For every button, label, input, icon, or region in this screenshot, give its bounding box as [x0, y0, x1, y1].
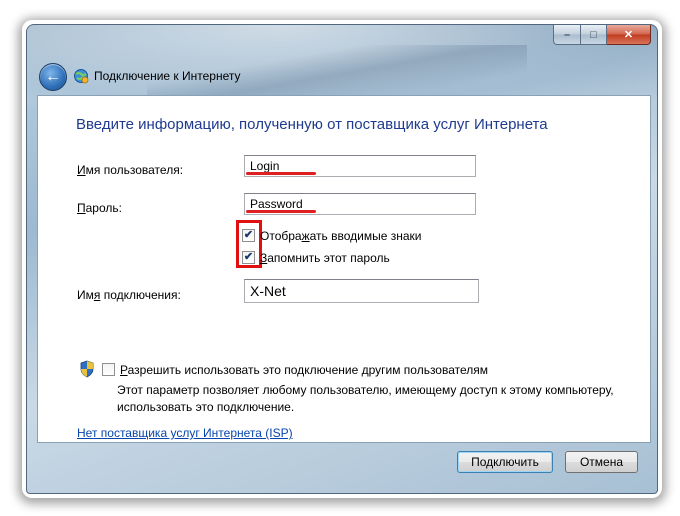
minimize-button[interactable]: – — [553, 25, 581, 45]
dialog-window: – □ ✕ ← Подключение к Интернету Введите … — [26, 24, 658, 494]
connect-button[interactable]: Подключить — [457, 451, 553, 473]
username-label: Имя пользователя: — [77, 163, 184, 177]
username-annotation-underline — [246, 172, 316, 175]
back-button[interactable]: ← — [39, 63, 67, 91]
uac-shield-icon — [80, 360, 94, 378]
content-panel: Введите информацию, полученную от постав… — [37, 95, 651, 443]
close-button[interactable]: ✕ — [607, 25, 651, 45]
instruction-heading: Введите информацию, полученную от постав… — [76, 116, 548, 133]
network-globe-icon — [74, 69, 89, 84]
connection-name-label: Имя подключения: — [77, 288, 181, 302]
allow-others-label: Разрешить использовать это подключение д… — [120, 363, 489, 377]
show-chars-label: Отображать вводимые знаки — [260, 229, 422, 243]
password-label: Пароль: — [77, 201, 122, 215]
no-isp-link[interactable]: Нет поставщика услуг Интернета (ISP) — [77, 426, 293, 440]
remember-password-label: Запомнить этот пароль — [260, 251, 390, 265]
allow-others-checkbox[interactable] — [102, 363, 115, 376]
back-arrow-icon: ← — [45, 68, 61, 85]
allow-others-description: Этот параметр позволяет любому пользоват… — [117, 383, 614, 414]
caption-buttons: – □ ✕ — [553, 25, 651, 45]
cancel-button[interactable]: Отмена — [565, 451, 638, 473]
remember-password-checkbox[interactable]: ✔ — [242, 251, 255, 264]
window-title: Подключение к Интернету — [94, 69, 241, 83]
connection-name-input[interactable]: X-Net — [244, 279, 479, 303]
password-annotation-underline — [246, 210, 316, 213]
show-chars-checkbox[interactable]: ✔ — [242, 229, 255, 242]
maximize-button[interactable]: □ — [581, 25, 607, 45]
